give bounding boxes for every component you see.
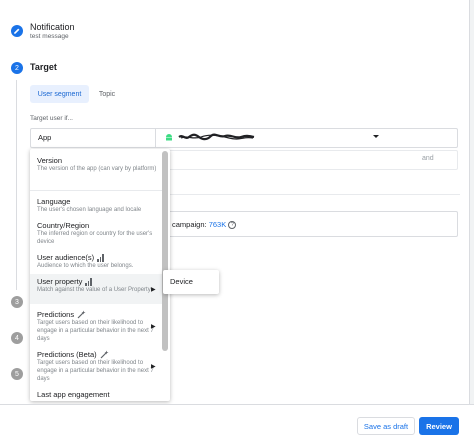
- step-5-badge: 5: [11, 368, 23, 380]
- menu-item-title: Language: [37, 197, 71, 206]
- row-divider: [155, 128, 156, 148]
- app-dropdown-caret-icon[interactable]: [373, 135, 379, 138]
- menu-item-version[interactable]: Version The version of the app (can vary…: [30, 156, 162, 174]
- menu-item-country-region[interactable]: Country/Region The inferred region or co…: [30, 221, 162, 247]
- step-2-badge: 2: [11, 62, 23, 74]
- chevron-right-icon: ▶: [151, 287, 156, 293]
- menu-item-last-app-engagement[interactable]: Last app engagement: [30, 390, 162, 399]
- pencil-icon: [14, 28, 20, 34]
- menu-item-title: Last app engagement: [37, 390, 110, 399]
- section-divider: [150, 194, 460, 195]
- menu-item-title: Country/Region: [37, 221, 90, 230]
- and-condition-row[interactable]: [155, 150, 458, 170]
- menu-item-title-row: User audience(s): [37, 253, 162, 262]
- campaign-count: 763K: [208, 220, 227, 229]
- menu-item-user-property[interactable]: User property Match against the value of…: [30, 274, 162, 304]
- menu-item-predictions[interactable]: Predictions Target users based on their …: [30, 310, 162, 343]
- menu-item-title-row: Predictions: [37, 310, 162, 319]
- menu-item-title-row: Predictions (Beta): [37, 350, 162, 359]
- app-name-redacted[interactable]: [177, 132, 255, 142]
- and-label: and: [422, 155, 434, 162]
- menu-item-language[interactable]: Language The user's chosen language and …: [30, 197, 162, 215]
- magic-wand-icon: [77, 310, 86, 319]
- notification-step-subtitle: test message: [30, 33, 69, 40]
- field-select-app[interactable]: App: [38, 133, 51, 142]
- target-step-title: Target: [30, 62, 57, 72]
- menu-item-title: User audience(s): [37, 253, 95, 262]
- help-icon[interactable]: ?: [228, 221, 237, 230]
- signal-bars-icon: [85, 277, 92, 286]
- menu-item-title: Predictions (Beta): [37, 350, 97, 359]
- notification-step-title[interactable]: Notification: [30, 22, 75, 32]
- menu-item-desc: The inferred region or country for the u…: [37, 231, 153, 245]
- tab-user-segment[interactable]: User segment: [30, 85, 89, 103]
- target-user-label: Target user if...: [30, 115, 73, 122]
- campaign-prefix: campaign:: [172, 220, 209, 229]
- chevron-right-icon: ▶: [151, 324, 156, 330]
- menu-item-desc: Target users based on their likelihood t…: [37, 320, 154, 342]
- menu-item-title: User property: [37, 277, 83, 286]
- signal-bars-icon: [97, 253, 104, 262]
- campaign-estimate: campaign: 763K?: [172, 220, 237, 230]
- menu-item-title: Version: [37, 156, 63, 165]
- step-3-badge: 3: [11, 296, 23, 308]
- tab-topic[interactable]: Topic: [91, 85, 123, 103]
- menu-item-desc: Match against the value of a User Proper…: [37, 287, 151, 293]
- menu-item-desc: The version of the app (can vary by plat…: [37, 166, 157, 172]
- menu-item-user-audiences[interactable]: User audience(s) Audience to which the u…: [30, 253, 162, 271]
- chevron-right-icon: ▶: [151, 364, 156, 370]
- menu-item-desc: Target users based on their likelihood t…: [37, 360, 154, 382]
- property-dropdown-menu: Version The version of the app (can vary…: [30, 149, 170, 401]
- submenu-item-device[interactable]: Device: [170, 277, 193, 286]
- edit-step-icon[interactable]: [11, 25, 23, 37]
- step-4-badge: 4: [11, 332, 23, 344]
- magic-wand-icon: [100, 350, 109, 359]
- menu-scrollbar[interactable]: [162, 151, 168, 351]
- menu-item-title: Predictions: [37, 310, 75, 319]
- menu-item-title-row: User property: [37, 277, 162, 286]
- save-as-draft-button[interactable]: Save as draft: [357, 417, 415, 435]
- review-button[interactable]: Review: [419, 417, 459, 435]
- user-property-submenu: Device: [163, 270, 219, 294]
- menu-item-desc: The user's chosen language and locale: [37, 207, 142, 213]
- menu-divider: [30, 190, 162, 191]
- step-connector: [16, 80, 17, 290]
- menu-item-predictions-beta[interactable]: Predictions (Beta) Target users based on…: [30, 350, 162, 383]
- android-icon: [166, 134, 172, 141]
- menu-item-desc: Audience to which the user belongs.: [37, 263, 134, 269]
